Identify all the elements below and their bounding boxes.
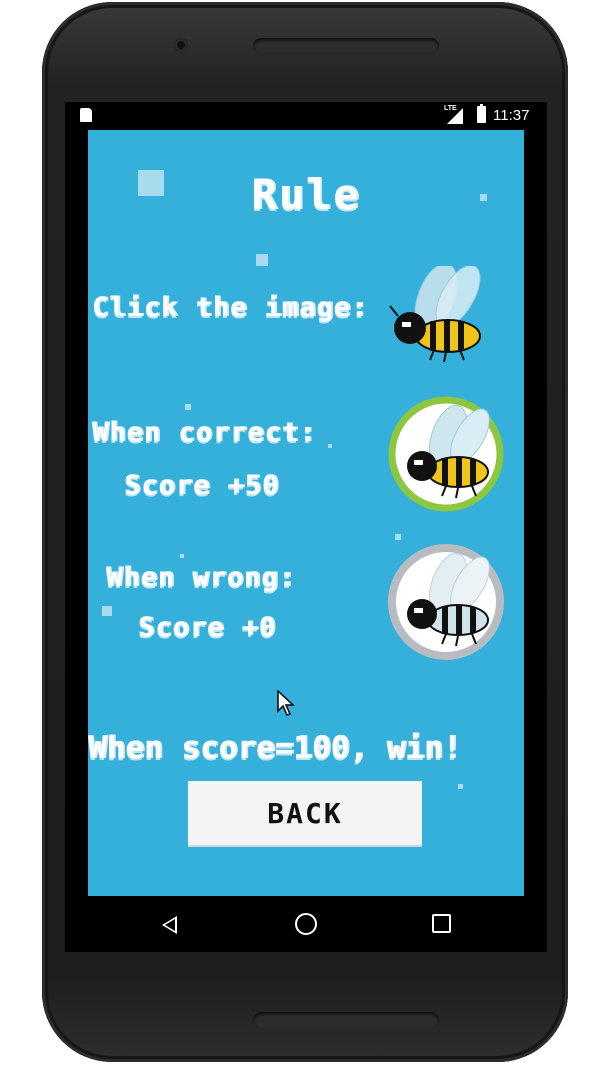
sd-card-icon (80, 108, 92, 122)
page-title: Rule (251, 170, 361, 219)
correct-score: Score +50 (124, 470, 280, 501)
screen-margin-left (65, 130, 88, 896)
signal-icon (447, 108, 463, 124)
nav-recent-icon[interactable] (432, 914, 451, 933)
rules-screen: Rule Click the image: When correct: Scor… (88, 130, 524, 896)
bee-wrong-icon (386, 544, 506, 664)
navigation-bar (65, 896, 547, 952)
back-button[interactable]: BACK (188, 781, 422, 845)
front-camera (174, 38, 188, 52)
bee-correct-icon (386, 396, 506, 516)
wrong-heading: When wrong: (106, 562, 296, 593)
bee-icon (378, 263, 498, 366)
floating-square (102, 606, 112, 616)
click-instruction: Click the image: (92, 292, 369, 323)
nav-home-icon[interactable] (295, 913, 317, 935)
screen-margin-right (524, 130, 547, 896)
floating-square (458, 784, 463, 789)
floating-square (256, 254, 268, 266)
mouse-cursor-icon (277, 689, 295, 720)
top-speaker (253, 38, 439, 54)
screen: LTE 11:37 Rule Click the image: When cor… (65, 102, 547, 952)
status-time: 11:37 (493, 107, 530, 124)
bottom-speaker (253, 1012, 439, 1028)
floating-square (180, 554, 184, 558)
win-condition: When score=100, win! (88, 730, 462, 766)
floating-square (328, 444, 332, 448)
battery-icon (477, 104, 486, 123)
floating-square (185, 404, 191, 410)
status-bar: LTE 11:37 (65, 102, 547, 130)
wrong-score: Score +0 (138, 612, 277, 643)
floating-square (395, 534, 401, 540)
correct-heading: When correct: (92, 417, 317, 448)
phone-frame: LTE 11:37 Rule Click the image: When cor… (42, 2, 568, 1062)
nav-back-icon[interactable] (162, 916, 177, 934)
